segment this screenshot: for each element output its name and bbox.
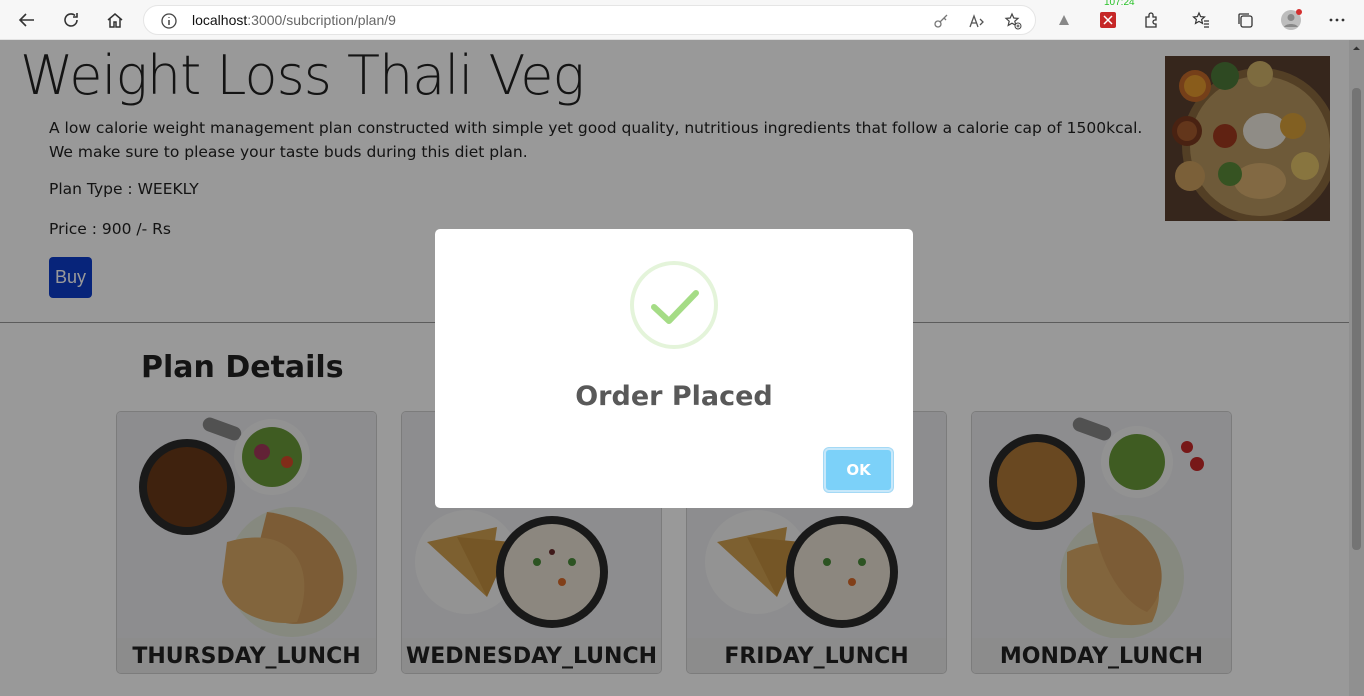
extensions-icon[interactable] (1141, 9, 1163, 31)
add-favorite-icon[interactable] (1004, 12, 1022, 30)
browser-toolbar: localhost:3000/subcription/plan/9 107:24 (0, 0, 1364, 40)
success-check-icon (630, 261, 718, 349)
url-text: localhost:3000/subcription/plan/9 (192, 12, 396, 28)
extension-red-icon[interactable] (1097, 9, 1119, 31)
favorites-icon[interactable] (1190, 9, 1212, 31)
more-options-icon[interactable] (1326, 9, 1348, 31)
clock-text: 107:24 (1104, 0, 1135, 8)
order-placed-dialog: Order Placed OK (435, 229, 913, 508)
back-icon[interactable] (13, 6, 41, 34)
home-icon[interactable] (101, 6, 129, 34)
info-icon[interactable] (160, 12, 178, 30)
address-bar[interactable]: localhost:3000/subcription/plan/9 (143, 5, 1036, 35)
read-aloud-icon[interactable] (968, 12, 986, 30)
profile-avatar-icon[interactable] (1280, 9, 1302, 31)
refresh-icon[interactable] (57, 6, 85, 34)
dialog-title: Order Placed (575, 381, 773, 412)
key-icon[interactable] (932, 12, 950, 30)
ok-button[interactable]: OK (824, 448, 893, 492)
extension-icon[interactable] (1053, 9, 1075, 31)
collections-icon[interactable] (1234, 9, 1256, 31)
